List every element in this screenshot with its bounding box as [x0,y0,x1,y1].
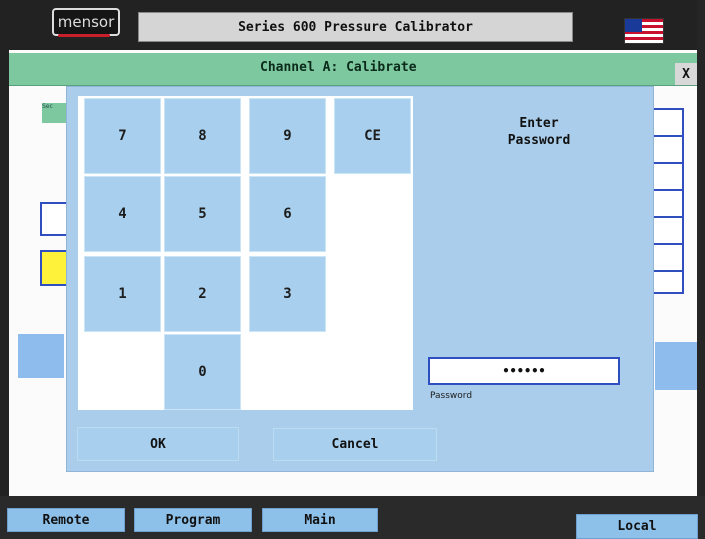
prompt-line-1: Enter [519,116,559,131]
app-title: Series 600 Pressure Calibrator [238,19,473,35]
key-8[interactable]: 8 [164,98,241,174]
background-field-list [652,108,684,294]
close-button[interactable]: X [675,63,697,85]
key-3[interactable]: 3 [249,256,326,332]
key-1[interactable]: 1 [84,256,161,332]
password-input[interactable]: •••••• [428,357,620,385]
key-ce[interactable]: CE [334,98,411,174]
screen: mensor Series 600 Pressure Calibrator Ch… [0,0,705,539]
ok-button[interactable]: OK [77,427,239,461]
left-bezel [0,0,9,539]
program-button[interactable]: Program [134,508,252,532]
remote-button[interactable]: Remote [7,508,125,532]
prompt-line-2: Password [507,133,571,148]
local-button[interactable]: Local [576,514,698,539]
key-7[interactable]: 7 [84,98,161,174]
key-6[interactable]: 6 [249,176,326,252]
key-0[interactable]: 0 [164,334,241,410]
main-button[interactable]: Main [262,508,378,532]
background-section-tab: Sec [42,103,66,123]
right-bezel [697,0,705,539]
key-9[interactable]: 9 [249,98,326,174]
logo-underline [58,34,110,37]
key-2[interactable]: 2 [164,256,241,332]
background-button-right [655,342,697,390]
cancel-button[interactable]: Cancel [273,428,437,461]
us-flag-icon[interactable] [624,18,664,44]
password-prompt: Enter Password [430,115,648,149]
app-title-bar: Series 600 Pressure Calibrator [138,12,573,42]
key-4[interactable]: 4 [84,176,161,252]
password-field-label: Password [430,391,473,401]
key-5[interactable]: 5 [164,176,241,252]
logo-text: mensor [57,13,115,31]
background-button [18,334,64,378]
flag-canton [625,19,642,32]
mensor-logo: mensor [52,8,120,36]
channel-title: Channel A: Calibrate [260,60,417,75]
background-section-tab-label: Sec [42,103,53,110]
